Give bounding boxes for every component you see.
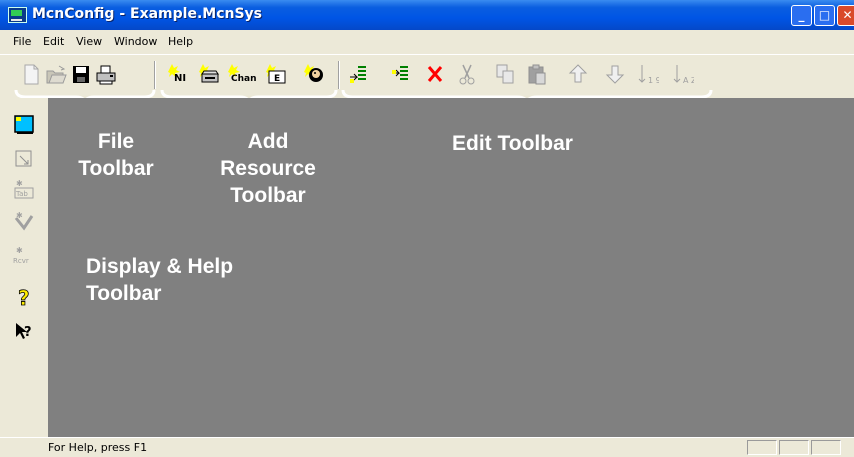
insert-before-button[interactable] [348,62,370,87]
title-bar[interactable]: McnConfig - Example.McnSys _ □ ✕ [0,0,854,30]
add-device-button[interactable] [199,62,221,87]
paste-icon [528,64,546,85]
help-glyph: ? [18,286,30,308]
maximize-button[interactable]: □ [814,5,835,26]
cut-icon [459,64,475,85]
open-icon [46,65,67,84]
sort-numeric-button[interactable]: 1 9 [637,62,659,87]
wizard-icon: ✱ [14,211,34,231]
add-channel-icon: Chan [228,64,257,84]
minimize-button[interactable]: _ [791,5,812,26]
wizard-button[interactable]: ✱ [13,210,35,232]
menu-file[interactable]: File [13,35,31,48]
window-button[interactable] [13,148,35,170]
display-icon [14,115,34,134]
receiver-icon: ✱ Rcvr [13,246,29,265]
sort-alpha-icon: A Z [673,65,694,85]
add-person-button[interactable] [304,62,326,87]
display-button[interactable] [13,114,35,136]
receiver-button[interactable]: ✱ Rcvr [13,244,35,266]
menu-view[interactable]: View [76,35,102,48]
status-panel [811,440,841,455]
help-button[interactable]: ? [13,286,35,308]
status-panel [747,440,777,455]
insert-after-icon [392,66,408,80]
svg-text:✱: ✱ [16,211,23,220]
delete-icon [427,66,443,82]
sort-alpha-label: A Z [683,76,694,85]
tab-button[interactable]: ✱ Tab [13,178,35,200]
sort-numeric-icon: 1 9 [638,65,659,85]
menu-edit[interactable]: Edit [43,35,64,48]
display-help-toolbar-annotation: Display & Help Toolbar [86,255,234,305]
move-down-button[interactable] [604,62,626,87]
copy-button[interactable] [494,62,516,87]
new-button[interactable] [20,62,42,87]
svg-text:✱: ✱ [16,179,23,188]
print-button[interactable] [95,62,117,87]
status-panel [779,440,809,455]
menu-window[interactable]: Window [114,35,157,48]
close-button[interactable]: ✕ [837,5,854,26]
svg-text:✱: ✱ [16,246,23,255]
tab-label: Tab [15,190,28,198]
add-channel-label: Chan [231,74,257,84]
add-channel-button[interactable]: Chan [228,62,262,87]
open-button[interactable] [45,62,67,87]
move-up-button[interactable] [567,62,589,87]
insert-after-button[interactable] [390,62,412,87]
add-ni-icon: NI [168,64,186,84]
paste-button[interactable] [526,62,548,87]
toolbar-separator [338,61,340,89]
move-down-icon [605,65,625,84]
context-help-icon: ? [16,323,32,340]
menu-bar: File Edit View Window Help [0,32,854,52]
rcvr-label: Rcvr [13,257,29,265]
delete-button[interactable] [424,62,446,87]
move-up-icon [568,64,588,83]
toolbar-separator [154,61,156,89]
status-text: For Help, press F1 [48,441,148,454]
print-icon [96,65,116,85]
add-ni-button[interactable]: NI [168,62,190,87]
file-toolbar-annotation: File Toolbar [78,130,154,180]
add-e-label: E [274,74,280,84]
app-icon[interactable] [8,7,27,23]
status-bar: For Help, press F1 [0,437,854,457]
menu-help[interactable]: Help [168,35,193,48]
context-help-button[interactable]: ? [13,320,35,342]
insert-before-icon [350,66,366,83]
window-icon [15,150,32,167]
display-help-toolbar: ✱ Tab ✱ ✱ Rcvr ? ? [0,98,48,437]
copy-icon [496,64,514,84]
window-title: McnConfig - Example.McnSys [32,6,263,22]
add-ni-label: NI [174,73,186,84]
new-icon [24,64,39,85]
tab-icon: ✱ Tab [14,179,34,199]
add-device-icon [199,64,219,83]
add-person-icon [304,64,323,82]
add-resource-toolbar-annotation: Add Resource Toolbar [220,130,316,207]
sort-alpha-button[interactable]: A Z [672,62,694,87]
save-button[interactable] [70,62,92,87]
edit-toolbar-annotation: Edit Toolbar [452,132,573,155]
save-icon [73,66,89,83]
add-e-button[interactable]: E [266,62,288,87]
add-e-icon: E [266,64,286,84]
cut-button[interactable] [456,62,478,87]
context-help-glyph: ? [24,325,32,340]
sort-numeric-label: 1 9 [648,76,659,85]
help-icon: ? [18,286,30,308]
